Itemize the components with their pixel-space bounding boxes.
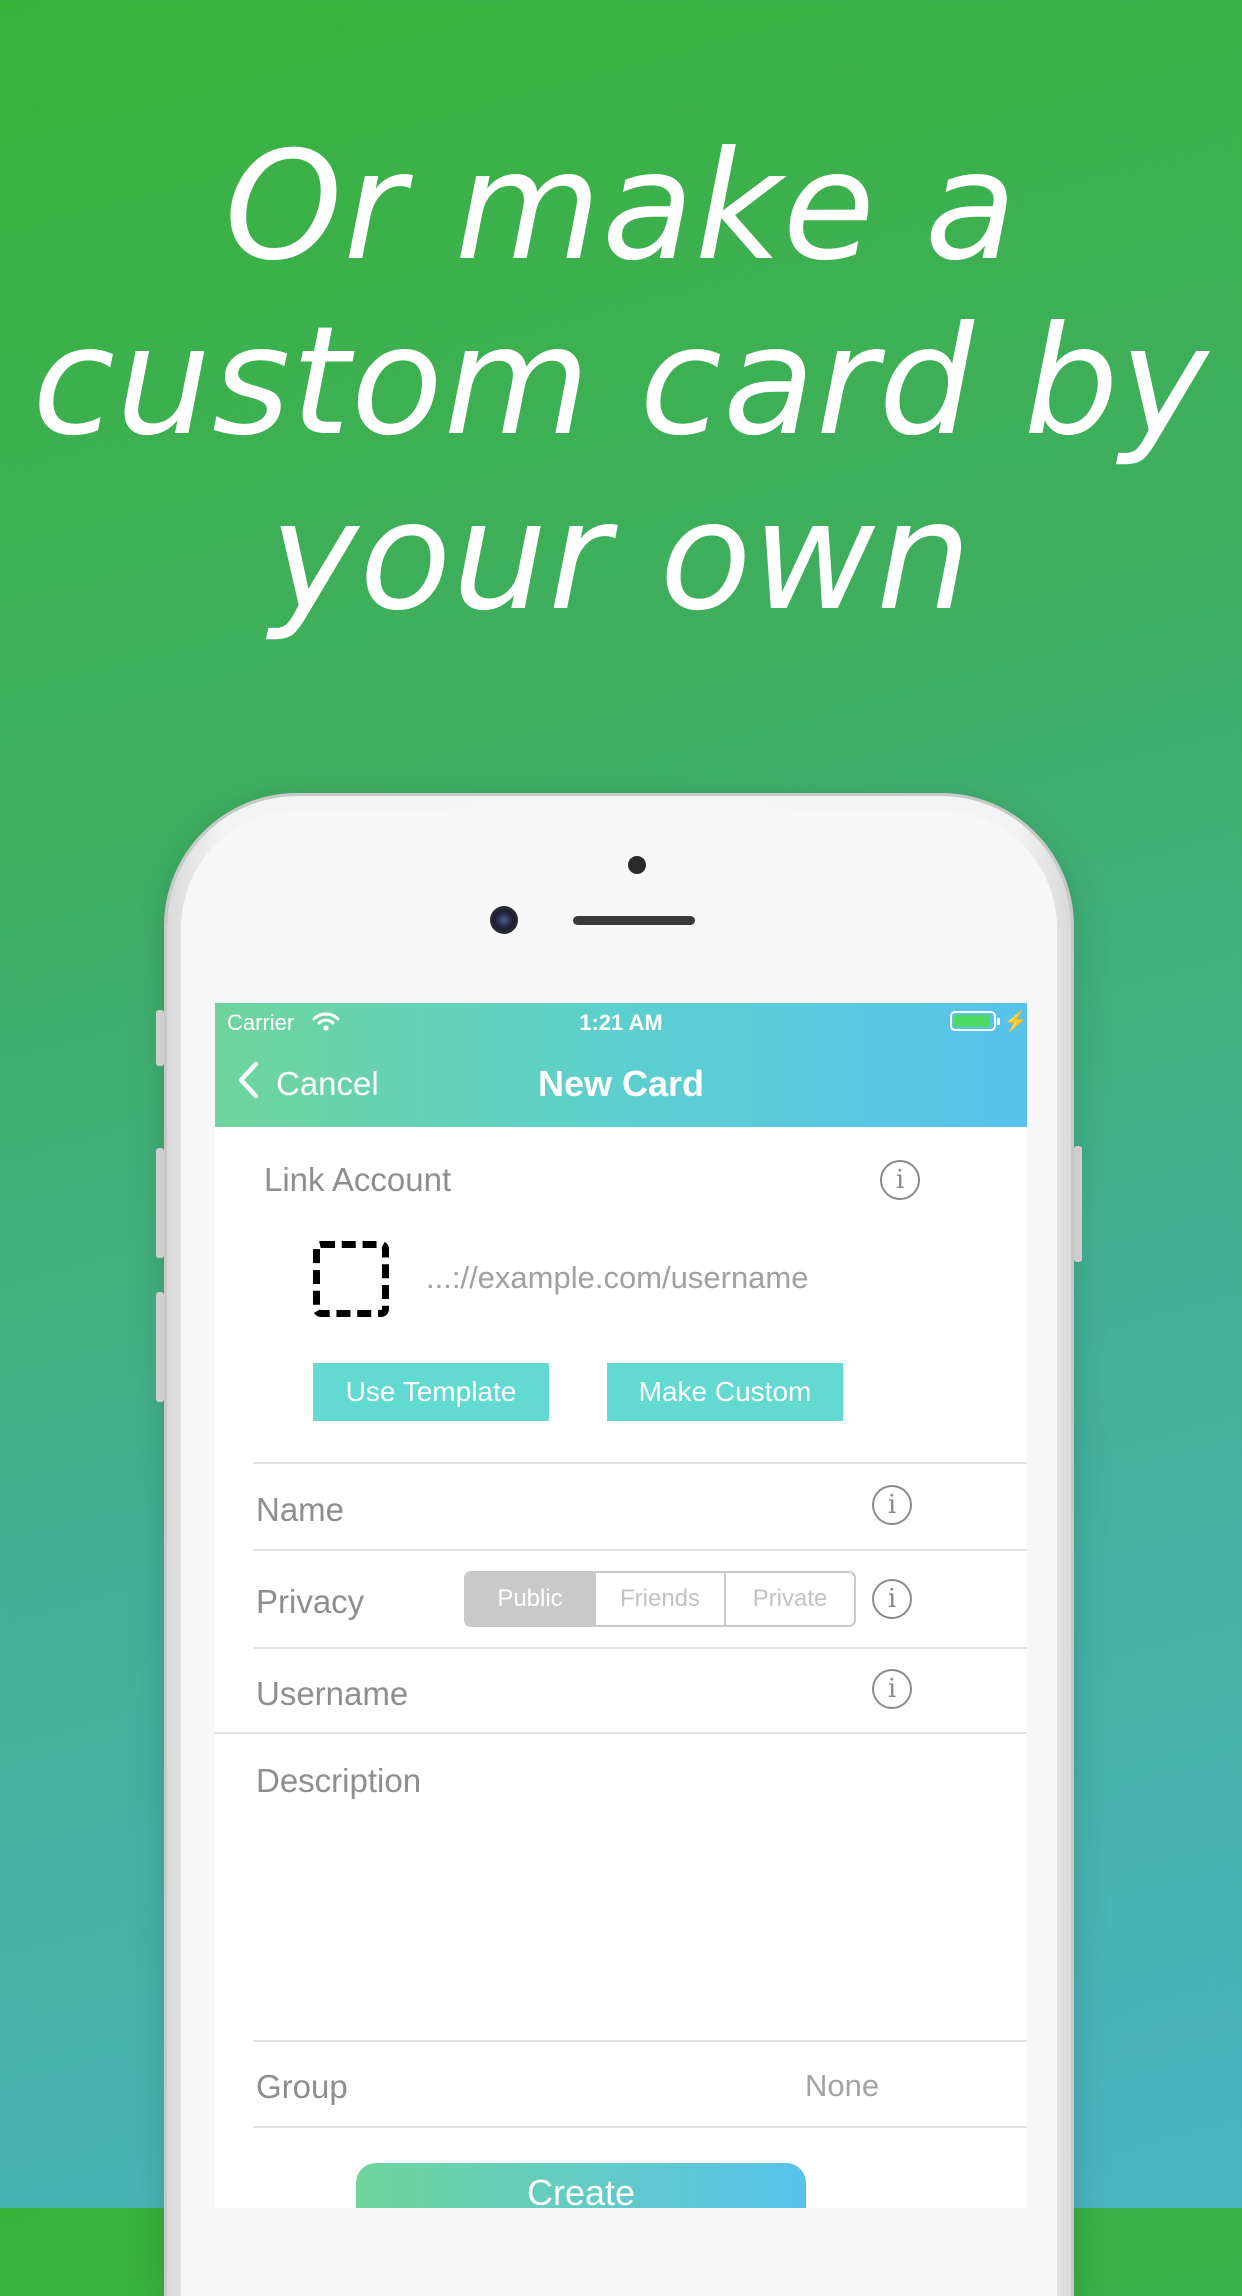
name-info-icon[interactable]: i (872, 1485, 912, 1525)
privacy-option-private[interactable]: Private (724, 1573, 854, 1625)
power-button (1074, 1146, 1082, 1262)
earpiece-speaker (573, 916, 695, 925)
privacy-option-public[interactable]: Public (466, 1573, 594, 1625)
username-info-icon[interactable]: i (872, 1669, 912, 1709)
divider (253, 1462, 1027, 1464)
make-custom-button[interactable]: Make Custom (607, 1363, 843, 1421)
use-template-button[interactable]: Use Template (313, 1363, 549, 1421)
app-screen: Carrier 1:21 AM ⚡ Cancel New Card Link A… (215, 1003, 1027, 2208)
charging-bolt-icon: ⚡ (1003, 1011, 1027, 1033)
headline-line-2: custom card by (32, 295, 1210, 469)
group-label: Group (256, 2068, 348, 2105)
create-button[interactable]: Create (356, 2163, 806, 2208)
privacy-info-icon[interactable]: i (872, 1579, 912, 1619)
divider (253, 2126, 1027, 2128)
account-url-input[interactable] (426, 1260, 946, 1296)
link-account-label: Link Account (264, 1161, 452, 1198)
headline: Or make a custom card by your own (0, 120, 1242, 645)
privacy-segmented-control[interactable]: Public Friends Private (464, 1571, 856, 1627)
front-camera (490, 906, 518, 934)
link-account-info-icon[interactable]: i (880, 1160, 920, 1200)
group-value[interactable]: None (805, 2068, 879, 2104)
privacy-label: Privacy (256, 1583, 365, 1620)
account-image-placeholder[interactable] (313, 1241, 389, 1317)
divider (253, 2040, 1027, 2042)
privacy-option-friends[interactable]: Friends (594, 1573, 724, 1625)
volume-up-button (156, 1148, 164, 1258)
navigation-bar: Carrier 1:21 AM ⚡ Cancel New Card (215, 1003, 1027, 1127)
mute-switch (156, 1010, 164, 1066)
headline-line-3: your own (269, 470, 973, 644)
volume-down-button (156, 1292, 164, 1402)
divider (253, 1549, 1027, 1551)
proximity-sensor (628, 856, 646, 874)
name-label: Name (256, 1491, 345, 1528)
page-title: New Card (537, 1063, 705, 1104)
battery-icon (950, 1011, 1000, 1031)
divider (253, 1647, 1027, 1649)
divider (215, 1732, 1027, 1734)
username-label[interactable]: Username (256, 1675, 408, 1713)
headline-line-1: Or make a (224, 120, 1018, 294)
description-label[interactable]: Description (256, 1762, 421, 1800)
status-time: 1:21 AM (579, 1010, 663, 1035)
